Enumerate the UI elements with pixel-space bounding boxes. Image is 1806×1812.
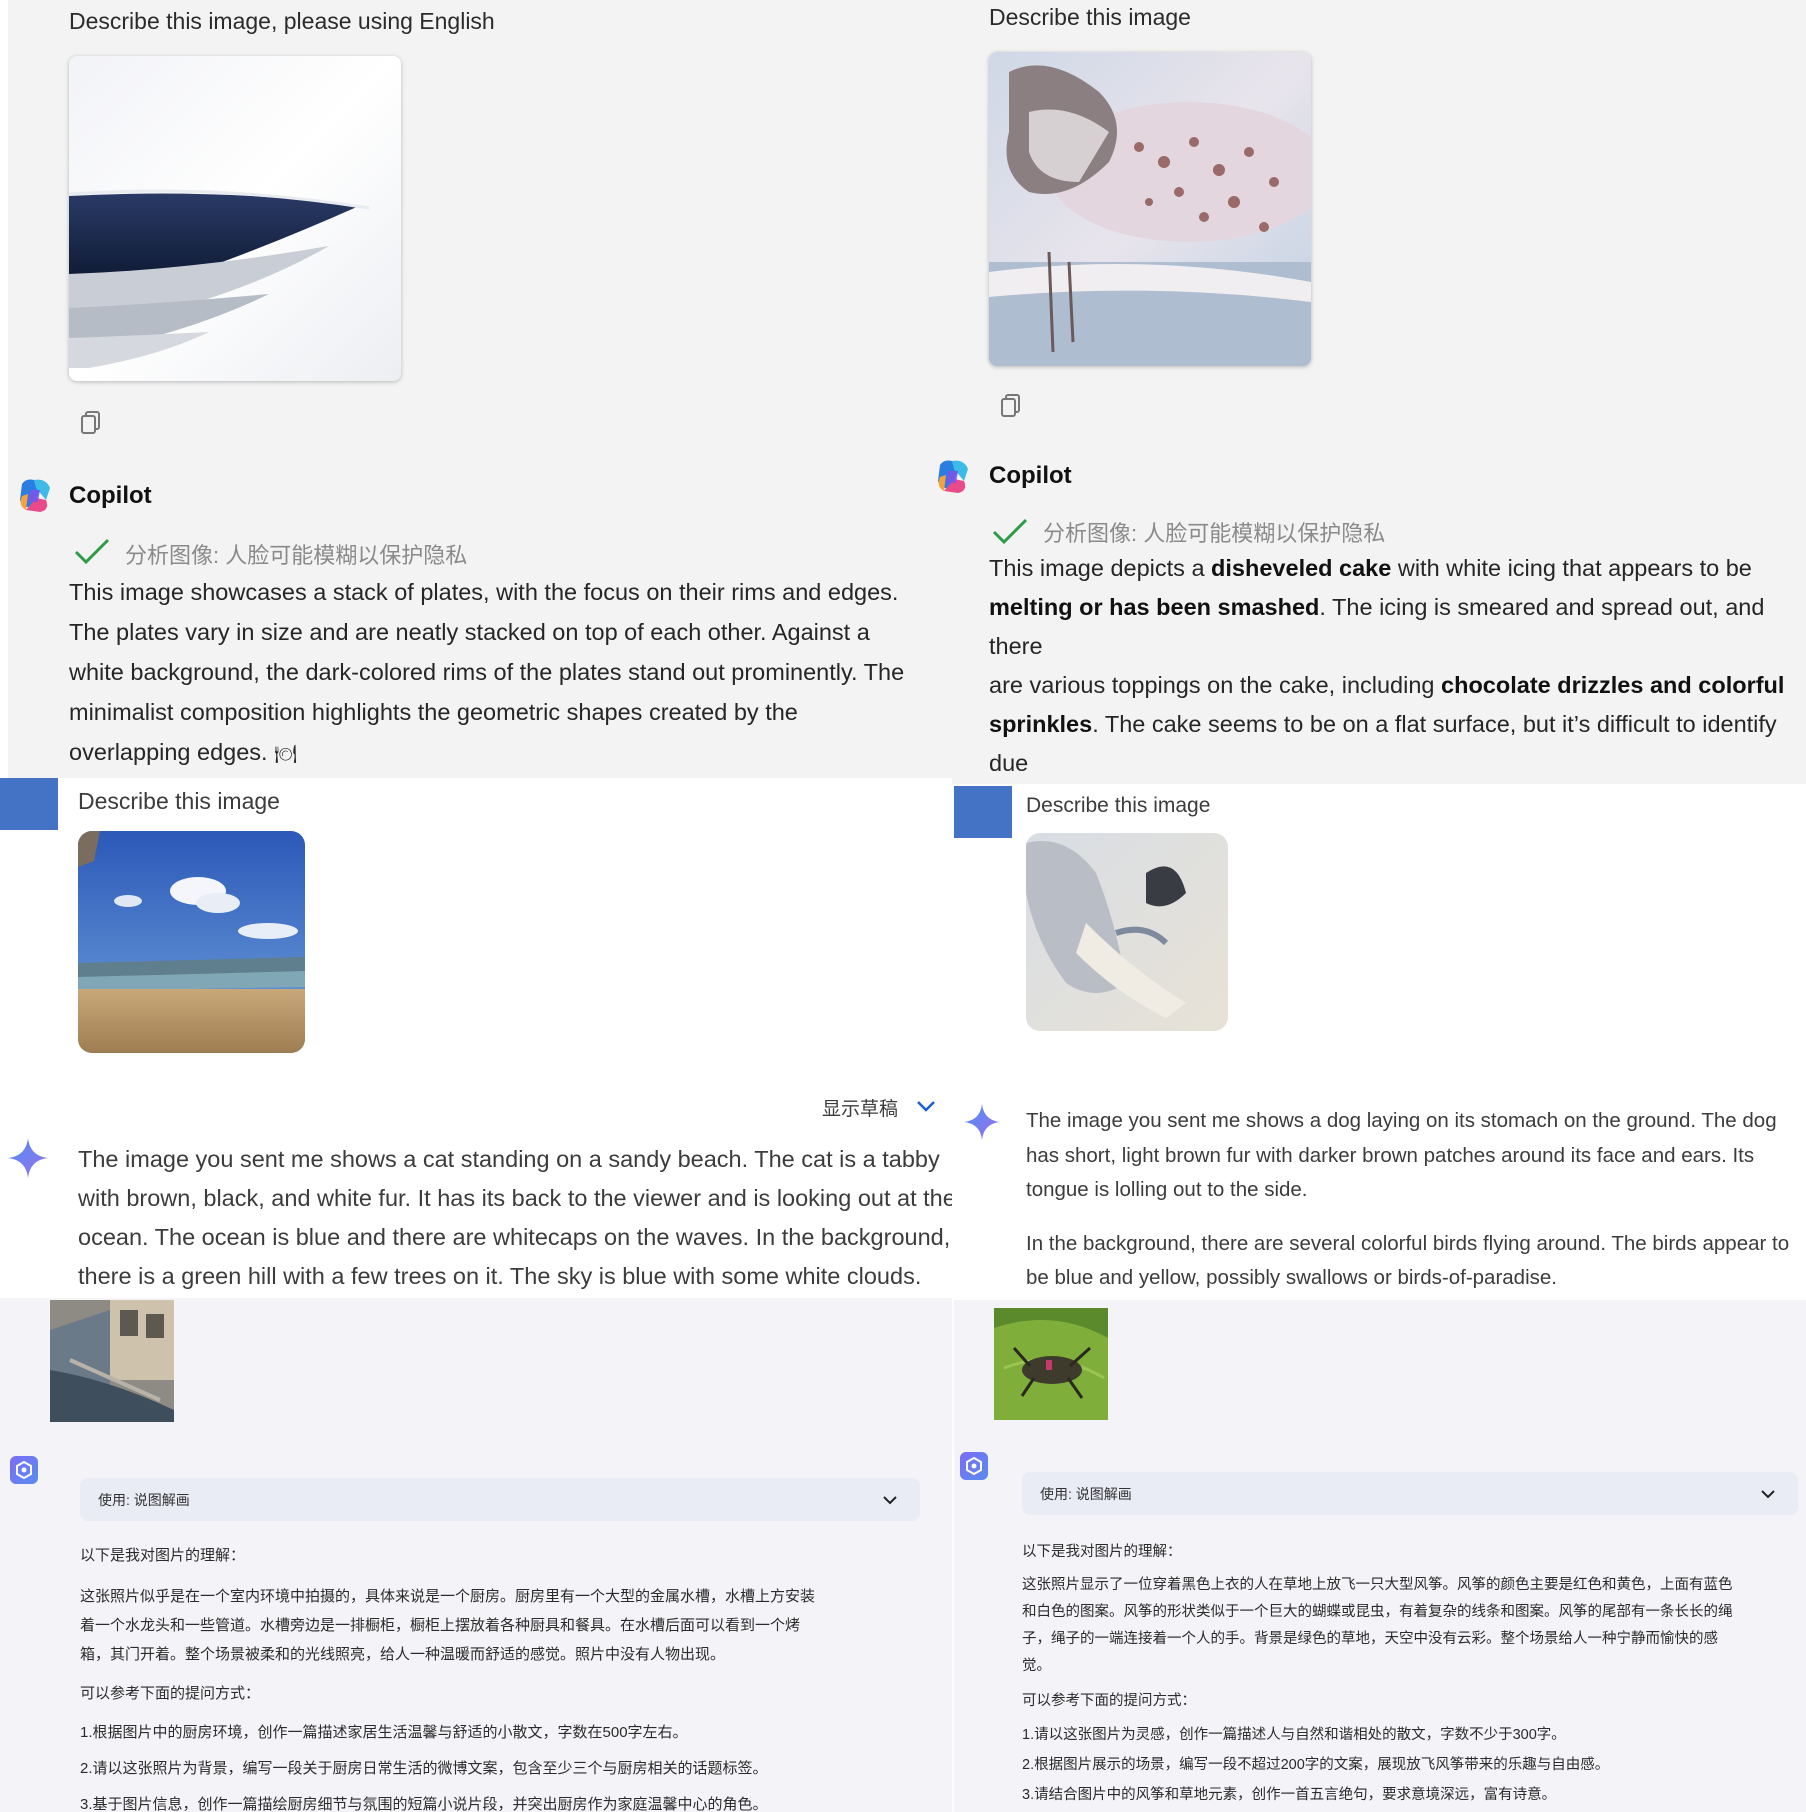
analysis-status: 分析图像: 人脸可能模糊以保护隐私 — [1043, 521, 1386, 546]
uploaded-image-beach[interactable] — [78, 831, 305, 1053]
copilot-panel-plates: Describe this image, please using Englis… — [8, 0, 930, 778]
user-prompt: Describe this image, please using Englis… — [69, 8, 495, 34]
emphasized-text: sprinkles — [989, 711, 1093, 737]
image-description: 这张照片显示了一位穿着黑色上衣的人在草地上放飞一只大型风筝。风筝的颜色主要是红色… — [1022, 1572, 1802, 1680]
copilot-logo-icon — [934, 457, 972, 495]
response-line: are various toppings on the cake, includ… — [989, 666, 1801, 705]
kimi-logo-icon — [10, 1456, 38, 1484]
response-line: ocean. The ocean is blue and there are w… — [78, 1224, 951, 1250]
suggestions-label: 可以参考下面的提问方式： — [80, 1685, 261, 1702]
response-line: 子，绳子的一端连接着一个人的手。背景是绿色的草地，天空中没有云彩。整个场景给人一… — [1022, 1631, 1718, 1647]
response-paragraph: In the background, there are several col… — [1026, 1227, 1806, 1296]
user-avatar — [954, 786, 1012, 838]
suggestion-item[interactable]: 1.请以这张图片为灵感，创作一篇描述人与自然和谐相处的散文，字数不少于300字。 — [1022, 1720, 1802, 1750]
emphasized-text: chocolate drizzles and colorful — [1441, 672, 1785, 698]
response-text: with white icing that appears to be — [1391, 555, 1752, 581]
plate-emoji-icon: 🍽 — [274, 743, 297, 764]
suggestion-item[interactable]: 3.请结合图片中的风筝和草地元素，创作一首五言绝句，要求意境深远，富有诗意。 — [1022, 1780, 1802, 1810]
response-line: This image showcases a stack of plates, … — [69, 579, 899, 605]
assistant-response: This image showcases a stack of plates, … — [69, 572, 929, 774]
uploaded-image-leaf[interactable] — [994, 1308, 1108, 1420]
response-line: 和白色的图案。风筝的形状类似于一个巨大的蝴蝶或昆虫，有着复杂的线条和图案。风筝的… — [1022, 1604, 1733, 1620]
show-drafts-button[interactable]: 显示草稿 — [822, 1094, 936, 1121]
response-line: minimalist composition highlights the ge… — [69, 699, 798, 725]
chat-panel-kite: 使用: 说图解画 以下是我对图片的理解： 这张照片显示了一位穿着黑色上衣的人在草… — [954, 1300, 1806, 1812]
emphasized-text: melting or has been smashed — [989, 594, 1320, 620]
uploaded-image-kitchen[interactable] — [50, 1300, 174, 1422]
show-drafts-label: 显示草稿 — [822, 1099, 899, 1120]
response-line: The image you sent me shows a dog laying… — [1026, 1109, 1777, 1132]
assistant-response: 以下是我对图片的理解： 这张照片显示了一位穿着黑色上衣的人在草地上放飞一只大型风… — [1022, 1542, 1802, 1810]
tool-used-label: 使用: 说图解画 — [98, 1491, 190, 1508]
tool-used-dropdown[interactable]: 使用: 说图解画 — [80, 1478, 920, 1521]
response-line: The image you sent me shows a cat standi… — [78, 1146, 940, 1172]
response-line: 觉。 — [1022, 1658, 1051, 1674]
user-avatar — [0, 778, 58, 830]
response-line: 箱，其门开着。整个场景被柔和的光线照亮，给人一种温暖而舒适的感觉。照片中没有人物… — [80, 1646, 726, 1663]
assistant-response: The image you sent me shows a dog laying… — [1026, 1104, 1806, 1296]
emphasized-text: disheveled cake — [1211, 555, 1392, 581]
suggestion-item[interactable]: 2.根据图片展示的场景，编写一段不超过200字的文案，展现放飞风筝带来的乐趣与自… — [1022, 1750, 1802, 1780]
response-line: melting or has been smashed. The icing i… — [989, 588, 1801, 666]
chevron-down-icon — [1760, 1486, 1776, 1502]
analysis-status: 分析图像: 人脸可能模糊以保护隐私 — [125, 543, 468, 568]
response-line: 这张照片显示了一位穿着黑色上衣的人在草地上放飞一只大型风筝。风筝的颜色主要是红色… — [1022, 1577, 1733, 1593]
response-line: 这张照片似乎是在一个室内环境中拍摄的，具体来说是一个厨房。厨房里有一个大型的金属… — [80, 1588, 816, 1605]
uploaded-image-cake[interactable] — [989, 52, 1311, 366]
gemini-panel-dog: Describe this image The image you sent m… — [952, 784, 1806, 1304]
copilot-panel-cake: Describe this image Copilot 分析图像: 人脸可能模糊… — [930, 0, 1806, 784]
assistant-name: Copilot — [989, 462, 1072, 489]
response-line: 着一个水龙头和一些管道。水槽旁边是一排橱柜，橱柜上摆放着各种厨具和餐具。在水槽后… — [80, 1617, 801, 1634]
response-text: . The cake seems to be on a flat surface… — [989, 711, 1777, 776]
assistant-response: 以下是我对图片的理解： 这张照片似乎是在一个室内环境中拍摄的，具体来说是一个厨房… — [80, 1546, 940, 1812]
uploaded-image-dog[interactable] — [1026, 833, 1228, 1031]
chevron-down-icon — [916, 1097, 936, 1119]
assistant-name: Copilot — [69, 482, 152, 509]
response-line: tongue is lolling out to the side. — [1026, 1178, 1308, 1201]
response-line: white background, the dark-colored rims … — [69, 659, 905, 685]
response-text: This image depicts a — [989, 555, 1212, 581]
assistant-response: The image you sent me shows a cat standi… — [78, 1140, 952, 1296]
response-line: has short, light brown fur with darker b… — [1026, 1143, 1755, 1167]
response-line: sprinkles. The cake seems to be on a fla… — [989, 705, 1801, 783]
response-line: there is a green hill with a few trees o… — [78, 1263, 922, 1289]
suggestion-item[interactable]: 3.基于图片信息，创作一篇描绘厨房细节与氛围的短篇小说片段，并突出厨房作为家庭温… — [80, 1787, 940, 1812]
response-line: In the background, there are several col… — [1026, 1231, 1790, 1255]
checkmark-icon — [992, 516, 1028, 546]
kimi-logo-icon — [960, 1452, 988, 1480]
suggestion-item[interactable]: 2.请以这张照片为背景，编写一段关于厨房日常生活的微博文案，包含至少三个与厨房相… — [80, 1751, 940, 1787]
user-prompt: Describe this image — [78, 788, 280, 814]
user-prompt: Describe this image — [989, 4, 1191, 30]
assistant-response: This image depicts a disheveled cake wit… — [989, 549, 1801, 784]
gemini-sparkle-icon — [8, 1138, 48, 1178]
suggestion-list: 1.请以这张图片为灵感，创作一篇描述人与自然和谐相处的散文，字数不少于300字。… — [1022, 1720, 1802, 1810]
response-intro: 以下是我对图片的理解： — [1022, 1544, 1182, 1560]
response-line: overlapping edges. 🍽 — [69, 732, 929, 774]
gemini-panel-beach: Describe this image 显示草稿 The image you s… — [0, 778, 952, 1298]
copilot-logo-icon — [16, 476, 54, 514]
response-intro: 以下是我对图片的理解： — [80, 1547, 246, 1564]
response-paragraph: The image you sent me shows a dog laying… — [1026, 1104, 1806, 1208]
checkmark-icon — [74, 536, 110, 566]
response-line: with brown, black, and white fur. It has… — [78, 1185, 952, 1211]
tool-used-label: 使用: 说图解画 — [1040, 1485, 1132, 1502]
response-line: This image depicts a disheveled cake wit… — [989, 549, 1801, 588]
copy-icon[interactable] — [1000, 393, 1022, 419]
suggestion-list: 1.根据图片中的厨房环境，创作一篇描述家居生活温馨与舒适的小散文，字数在500字… — [80, 1715, 940, 1812]
response-line: be blue and yellow, possibly swallows or… — [1026, 1266, 1557, 1289]
chat-panel-kitchen: 使用: 说图解画 以下是我对图片的理解： 这张照片似乎是在一个室内环境中拍摄的，… — [0, 1298, 952, 1812]
response-line-text: overlapping edges. — [69, 739, 268, 765]
response-text: are various toppings on the cake, includ… — [989, 672, 1442, 698]
suggestions-label: 可以参考下面的提问方式： — [1022, 1693, 1196, 1709]
tool-used-dropdown[interactable]: 使用: 说图解画 — [1022, 1472, 1798, 1515]
copy-icon[interactable] — [80, 410, 102, 436]
gemini-sparkle-icon — [964, 1104, 1004, 1144]
response-line: The plates vary in size and are neatly s… — [69, 619, 870, 645]
uploaded-image-plates[interactable] — [69, 56, 401, 381]
chevron-down-icon — [882, 1492, 898, 1508]
user-prompt: Describe this image — [1026, 794, 1211, 817]
suggestion-item[interactable]: 1.根据图片中的厨房环境，创作一篇描述家居生活温馨与舒适的小散文，字数在500字… — [80, 1715, 940, 1751]
image-description: 这张照片似乎是在一个室内环境中拍摄的，具体来说是一个厨房。厨房里有一个大型的金属… — [80, 1582, 940, 1669]
